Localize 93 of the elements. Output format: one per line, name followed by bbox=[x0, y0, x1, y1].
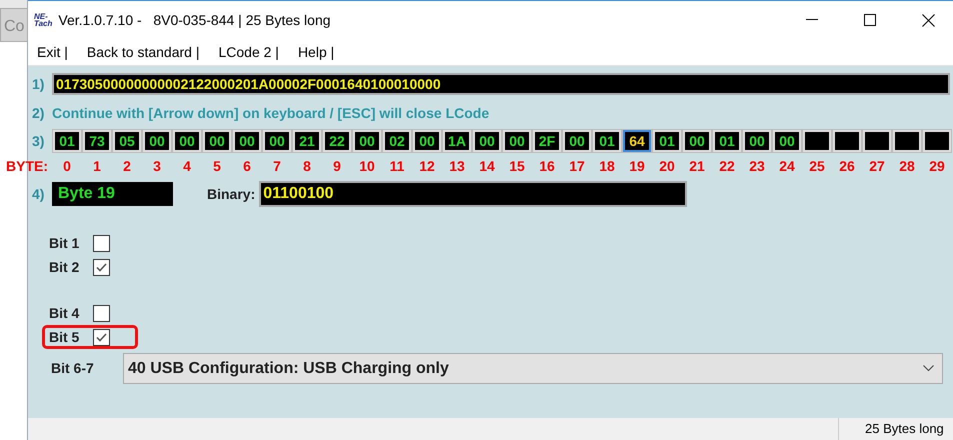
byte-number: 28 bbox=[898, 156, 916, 176]
byte-number: 9 bbox=[332, 156, 342, 176]
byte-field[interactable]: 64 bbox=[623, 130, 651, 152]
byte-field[interactable]: 00 bbox=[353, 130, 381, 152]
byte-number: 2 bbox=[122, 156, 132, 176]
byte-field[interactable]: 00 bbox=[413, 130, 441, 152]
byte-field[interactable]: 01 bbox=[713, 130, 741, 152]
minimize-icon bbox=[806, 19, 818, 21]
byte-number: 25 bbox=[808, 156, 826, 176]
byte-field[interactable] bbox=[833, 130, 861, 152]
menu-item[interactable]: LCode 2 | bbox=[218, 42, 279, 62]
byte-field[interactable]: 01 bbox=[53, 130, 81, 152]
byte-field[interactable] bbox=[893, 130, 921, 152]
check-icon bbox=[96, 332, 107, 342]
byte-field[interactable]: 00 bbox=[173, 130, 201, 152]
row-number: 2) bbox=[31, 104, 46, 123]
row-number: 4) bbox=[31, 184, 46, 204]
byte-field[interactable]: 2F bbox=[533, 130, 561, 152]
byte-name-field: Byte 19 bbox=[52, 182, 173, 206]
byte-field[interactable]: 73 bbox=[83, 130, 111, 152]
byte-number: 19 bbox=[628, 156, 646, 176]
checkbox[interactable] bbox=[93, 234, 110, 252]
menu-item[interactable]: Help | bbox=[298, 42, 334, 62]
byte-field[interactable]: 21 bbox=[293, 130, 321, 152]
checkbox[interactable] bbox=[93, 258, 110, 276]
menu-item[interactable]: Back to standard | bbox=[86, 42, 200, 62]
checkbox[interactable] bbox=[93, 304, 110, 322]
byte-field[interactable]: 00 bbox=[563, 130, 591, 152]
byte-number: 13 bbox=[448, 156, 466, 176]
binary-field[interactable]: 01100100 bbox=[259, 181, 688, 207]
row-number: 1) bbox=[31, 74, 46, 94]
byte-number: 27 bbox=[868, 156, 886, 176]
bit-label: Bit 4 bbox=[49, 304, 80, 322]
window-title: Ver.1.0.7.10 - 8V0-035-844 | 25 Bytes long bbox=[58, 10, 331, 30]
byte-number: 18 bbox=[598, 156, 616, 176]
byte-number: 23 bbox=[748, 156, 766, 176]
byte-number: 5 bbox=[212, 156, 222, 176]
byte-number: 20 bbox=[658, 156, 676, 176]
bit-label: Bit 1 bbox=[49, 234, 80, 252]
bit-label: Bit 5 bbox=[49, 328, 80, 346]
byte-field[interactable]: 1A bbox=[443, 130, 471, 152]
byte-number: 29 bbox=[928, 156, 946, 176]
byte-field[interactable]: 22 bbox=[323, 130, 351, 152]
byte-field[interactable]: 00 bbox=[473, 130, 501, 152]
byte-number: 15 bbox=[508, 156, 526, 176]
check-icon bbox=[96, 262, 107, 272]
byte-field[interactable]: 01 bbox=[653, 130, 681, 152]
byte-field[interactable] bbox=[863, 130, 891, 152]
byte-number: 6 bbox=[242, 156, 252, 176]
byte-number: 0 bbox=[62, 156, 72, 176]
bit-label: Bit 2 bbox=[49, 258, 80, 276]
byte-number: 12 bbox=[418, 156, 436, 176]
byte-number: 16 bbox=[538, 156, 556, 176]
status-text: 25 Bytes long bbox=[865, 420, 944, 438]
byte-field[interactable]: 01 bbox=[593, 130, 621, 152]
chevron-down-icon bbox=[923, 365, 934, 372]
close-icon bbox=[922, 14, 934, 26]
byte-field[interactable]: 00 bbox=[773, 130, 801, 152]
row-number: 3) bbox=[31, 132, 46, 151]
byte-number: 7 bbox=[272, 156, 282, 176]
byte-field[interactable]: 00 bbox=[503, 130, 531, 152]
byte-field[interactable] bbox=[923, 130, 951, 152]
byte-number: 21 bbox=[688, 156, 706, 176]
menu-item[interactable]: Exit | bbox=[37, 42, 68, 62]
byte-field[interactable]: 00 bbox=[263, 130, 291, 152]
dropdown[interactable]: 40 USB Configuration: USB Charging only bbox=[123, 353, 943, 384]
app-logo: NE- Tach bbox=[34, 13, 52, 27]
byte-number: 24 bbox=[778, 156, 796, 176]
binary-label: Binary: bbox=[207, 184, 256, 204]
byte-number: 22 bbox=[718, 156, 736, 176]
code-field[interactable]: 01730500000000002122000201A00002F0001640100010000 bbox=[52, 73, 950, 95]
byte-number: 14 bbox=[478, 156, 496, 176]
byte-label: BYTE: bbox=[6, 156, 49, 176]
byte-field[interactable]: 00 bbox=[233, 130, 261, 152]
byte-number: 3 bbox=[152, 156, 162, 176]
instruction-text: Continue with [Arrow down] on keyboard / [ESC] will close LCode bbox=[52, 104, 490, 123]
byte-number: 4 bbox=[182, 156, 192, 176]
byte-field[interactable]: 00 bbox=[683, 130, 711, 152]
byte-field[interactable]: 00 bbox=[743, 130, 771, 152]
byte-number: 11 bbox=[388, 156, 406, 176]
checkbox[interactable] bbox=[93, 328, 110, 346]
byte-field[interactable] bbox=[803, 130, 831, 152]
byte-field[interactable]: 05 bbox=[113, 130, 141, 152]
byte-number: 10 bbox=[358, 156, 376, 176]
byte-number: 8 bbox=[302, 156, 312, 176]
bit-label: Bit 6-7 bbox=[51, 359, 95, 378]
maximize-icon bbox=[864, 14, 876, 26]
byte-field[interactable]: 02 bbox=[383, 130, 411, 152]
byte-number: 17 bbox=[568, 156, 586, 176]
byte-field[interactable]: 00 bbox=[203, 130, 231, 152]
byte-number: 1 bbox=[92, 156, 102, 176]
byte-field[interactable]: 00 bbox=[143, 130, 171, 152]
byte-number: 26 bbox=[838, 156, 856, 176]
